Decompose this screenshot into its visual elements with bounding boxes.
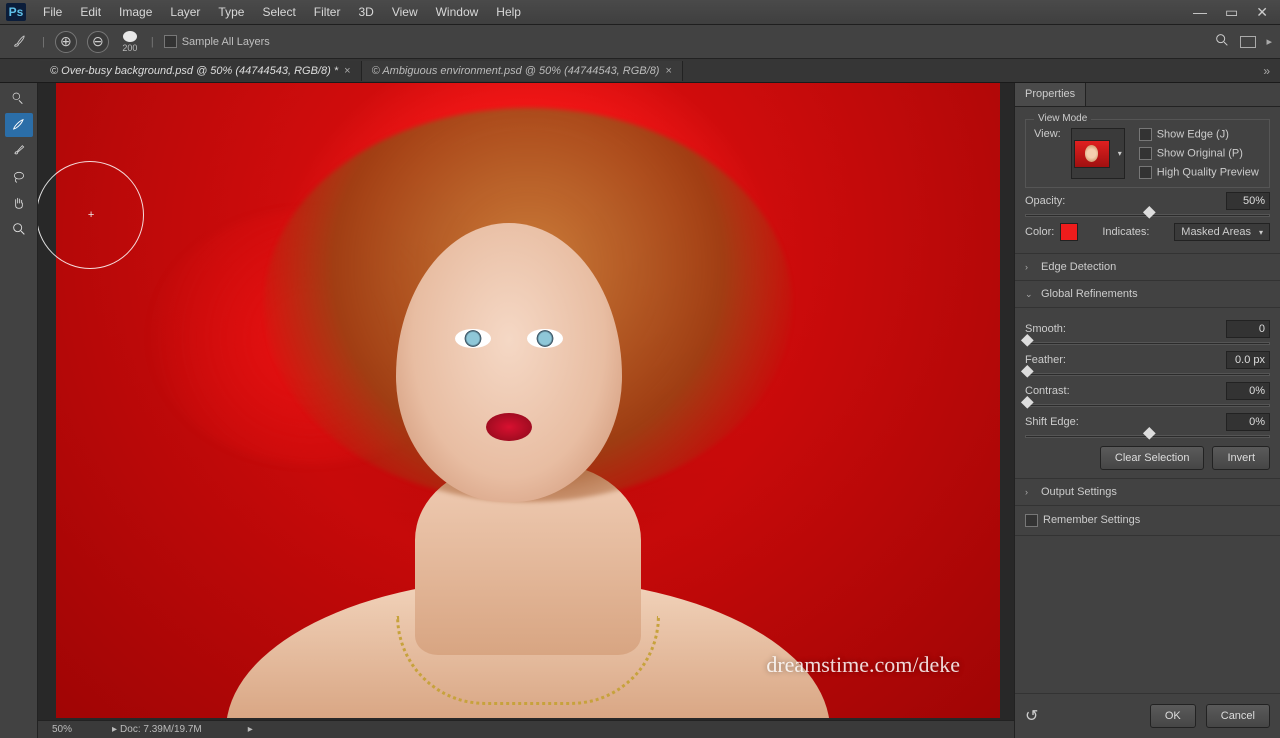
ok-button[interactable]: OK bbox=[1150, 704, 1196, 728]
document-tab[interactable]: © Ambiguous environment.psd @ 50% (44744… bbox=[362, 61, 683, 81]
invert-button[interactable]: Invert bbox=[1212, 446, 1270, 470]
contrast-label: Contrast: bbox=[1025, 385, 1070, 397]
smooth-value[interactable]: 0 bbox=[1226, 320, 1270, 338]
view-dropdown[interactable] bbox=[1071, 128, 1125, 179]
restore-icon[interactable]: ▭ bbox=[1225, 4, 1238, 21]
edge-detection-section[interactable]: ›Edge Detection bbox=[1015, 254, 1280, 281]
opacity-slider[interactable] bbox=[1025, 214, 1270, 217]
tabs-flyout-icon[interactable]: » bbox=[1263, 64, 1270, 78]
document-tabs: » © Over-busy background.psd @ 50% (4474… bbox=[0, 59, 1280, 83]
menu-select[interactable]: Select bbox=[253, 1, 304, 23]
feather-slider[interactable] bbox=[1025, 373, 1270, 376]
feather-label: Feather: bbox=[1025, 354, 1066, 366]
view-label: View: bbox=[1034, 128, 1061, 140]
menu-filter[interactable]: Filter bbox=[305, 1, 350, 23]
output-settings-section[interactable]: ›Output Settings bbox=[1015, 479, 1280, 506]
add-subject-button[interactable]: ⊕ bbox=[55, 31, 77, 53]
document-tab[interactable]: © Over-busy background.psd @ 50% (447445… bbox=[40, 61, 362, 81]
cancel-button[interactable]: Cancel bbox=[1206, 704, 1270, 728]
feather-value[interactable]: 0.0 px bbox=[1226, 351, 1270, 369]
indicates-dropdown[interactable]: Masked Areas bbox=[1174, 223, 1270, 241]
menu-help[interactable]: Help bbox=[487, 1, 530, 23]
contrast-value[interactable]: 0% bbox=[1226, 382, 1270, 400]
color-swatch[interactable] bbox=[1060, 223, 1078, 241]
refine-edge-brush-tool[interactable] bbox=[5, 113, 33, 137]
brush-preview[interactable]: 200 bbox=[119, 31, 141, 53]
show-original-checkbox[interactable]: Show Original (P) bbox=[1139, 147, 1259, 160]
shift-edge-value[interactable]: 0% bbox=[1226, 413, 1270, 431]
menu-layer[interactable]: Layer bbox=[161, 1, 209, 23]
remember-settings-checkbox[interactable]: Remember Settings bbox=[1025, 514, 1140, 526]
zoom-level[interactable]: 50% bbox=[52, 724, 72, 735]
high-quality-checkbox[interactable]: High Quality Preview bbox=[1139, 166, 1259, 179]
menu-view[interactable]: View bbox=[383, 1, 427, 23]
menu-type[interactable]: Type bbox=[209, 1, 253, 23]
zoom-tool[interactable] bbox=[5, 217, 33, 241]
brush-tool[interactable] bbox=[5, 139, 33, 163]
status-bar: 50% ▸Doc: 7.39M/19.7M ▸ bbox=[38, 720, 1014, 738]
properties-panel: Properties View Mode View: Show Edge (J)… bbox=[1014, 83, 1280, 738]
menu-image[interactable]: Image bbox=[110, 1, 161, 23]
opacity-value[interactable]: 50% bbox=[1226, 192, 1270, 210]
sample-all-layers-checkbox[interactable]: Sample All Layers bbox=[164, 35, 270, 48]
shift-edge-slider[interactable] bbox=[1025, 435, 1270, 438]
panels-icon[interactable] bbox=[1240, 36, 1256, 48]
view-mode-group: View Mode View: Show Edge (J) Show Origi… bbox=[1025, 119, 1270, 188]
subtract-subject-button[interactable]: ⊖ bbox=[87, 31, 109, 53]
close-icon[interactable]: ✕ bbox=[1256, 4, 1268, 21]
minimize-icon[interactable]: — bbox=[1193, 4, 1207, 21]
flyout-icon[interactable]: ▸ bbox=[1266, 35, 1272, 48]
document-image: dreamstime.com/deke bbox=[56, 83, 1000, 718]
menu-file[interactable]: File bbox=[34, 1, 71, 23]
hand-tool[interactable] bbox=[5, 191, 33, 215]
smooth-slider[interactable] bbox=[1025, 342, 1270, 345]
close-tab-icon[interactable]: × bbox=[665, 65, 671, 77]
search-icon[interactable] bbox=[1214, 32, 1230, 51]
show-edge-checkbox[interactable]: Show Edge (J) bbox=[1139, 128, 1259, 141]
options-bar: | ⊕ ⊖ 200 | Sample All Layers ▸ bbox=[0, 25, 1280, 59]
clear-selection-button[interactable]: Clear Selection bbox=[1100, 446, 1205, 470]
menu-edit[interactable]: Edit bbox=[71, 1, 110, 23]
global-refinements-section[interactable]: ⌄Global Refinements bbox=[1015, 281, 1280, 308]
smooth-label: Smooth: bbox=[1025, 323, 1066, 335]
menu-window[interactable]: Window bbox=[427, 1, 488, 23]
lasso-tool[interactable] bbox=[5, 165, 33, 189]
watermark: dreamstime.com/deke bbox=[766, 652, 960, 678]
menu-3d[interactable]: 3D bbox=[349, 1, 382, 23]
canvas[interactable]: dreamstime.com/deke bbox=[56, 83, 1000, 718]
app-logo: Ps bbox=[6, 3, 26, 21]
quick-select-tool[interactable] bbox=[5, 87, 33, 111]
contrast-slider[interactable] bbox=[1025, 404, 1270, 407]
brush-icon bbox=[8, 30, 32, 54]
opacity-label: Opacity: bbox=[1025, 195, 1065, 207]
reset-icon[interactable]: ↺ bbox=[1025, 706, 1038, 726]
color-label: Color: bbox=[1025, 226, 1054, 238]
select-mask-toolbar bbox=[0, 83, 38, 738]
properties-tab[interactable]: Properties bbox=[1015, 83, 1086, 106]
indicates-label: Indicates: bbox=[1102, 226, 1149, 238]
menubar: Ps FileEditImageLayerTypeSelectFilter3DV… bbox=[0, 0, 1280, 25]
close-tab-icon[interactable]: × bbox=[344, 65, 350, 77]
doc-size: ▸Doc: 7.39M/19.7M bbox=[112, 724, 202, 735]
shift-edge-label: Shift Edge: bbox=[1025, 416, 1079, 428]
canvas-area[interactable]: dreamstime.com/deke 50% ▸Doc: 7.39M/19.7… bbox=[38, 83, 1014, 738]
